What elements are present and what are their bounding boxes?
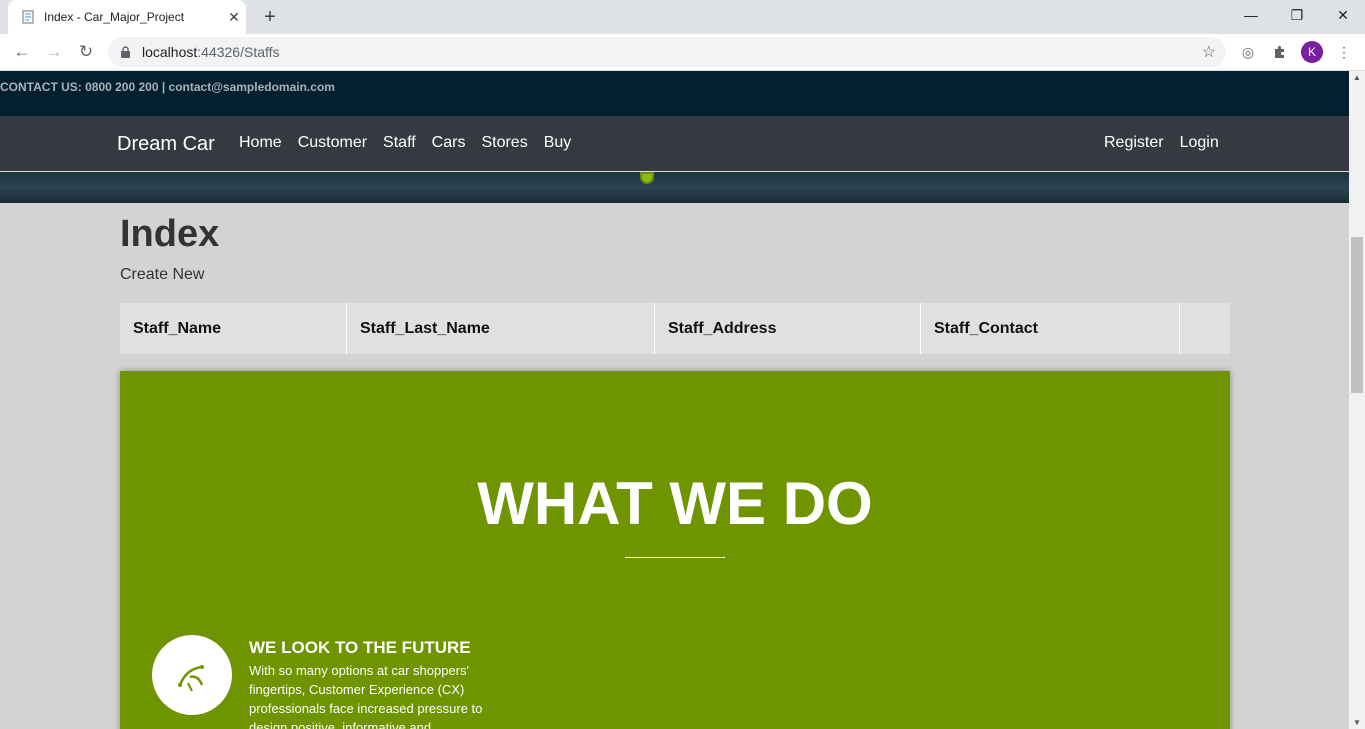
page-scrollbar[interactable]: ▲ ▼ <box>1349 71 1365 729</box>
contact-info: CONTACT US: 0800 200 200 | contact@sampl… <box>0 80 335 94</box>
scrollbar-thumb[interactable] <box>1351 237 1363 393</box>
nav-cars-link[interactable]: Cars <box>432 134 466 152</box>
nav-auth-links: Register Login <box>1104 134 1235 152</box>
profile-avatar[interactable]: K <box>1301 41 1323 63</box>
minimize-window-icon[interactable]: — <box>1228 0 1274 30</box>
column-header-staff-address: Staff_Address <box>655 303 921 354</box>
browser-tab-strip: Index - Car_Major_Project ✕ + — ❐ ✕ <box>0 0 1365 34</box>
extension-compass-icon[interactable]: ◎ <box>1237 41 1259 63</box>
nav-home-link[interactable]: Home <box>239 134 282 152</box>
nav-customer-link[interactable]: Customer <box>298 134 367 152</box>
page-favicon-icon <box>20 9 36 25</box>
steering-arc-icon <box>178 665 204 692</box>
browser-menu-icon[interactable]: ⋮ <box>1333 41 1355 63</box>
nav-staff-link[interactable]: Staff <box>383 134 416 152</box>
login-link[interactable]: Login <box>1180 134 1219 152</box>
browser-toolbar: ← → ↻ localhost:44326/Staffs ☆ ◎ K ⋮ <box>0 34 1365 71</box>
lock-icon[interactable] <box>120 45 134 59</box>
section-heading: WHAT WE DO <box>477 470 873 537</box>
contact-bar: CONTACT US: 0800 200 200 | contact@sampl… <box>0 71 1349 116</box>
back-icon[interactable]: ← <box>8 38 36 66</box>
extensions-puzzle-icon[interactable] <box>1269 41 1291 63</box>
tab-title: Index - Car_Major_Project <box>44 10 185 24</box>
page-viewport: CONTACT US: 0800 200 200 | contact@sampl… <box>0 71 1349 729</box>
url-host: localhost <box>142 44 198 60</box>
nav-buy-link[interactable]: Buy <box>544 134 572 152</box>
bookmark-star-icon[interactable]: ☆ <box>1202 42 1216 62</box>
staff-table-header: Staff_Name Staff_Last_Name Staff_Address… <box>120 303 1230 354</box>
close-tab-icon[interactable]: ✕ <box>222 5 246 29</box>
scroll-up-arrow-icon[interactable]: ▲ <box>1353 73 1361 82</box>
feature-icon-circle <box>152 635 232 715</box>
heading-divider <box>625 557 725 558</box>
column-header-staff-last-name: Staff_Last_Name <box>347 303 655 354</box>
browser-tab[interactable]: Index - Car_Major_Project ✕ <box>8 0 246 34</box>
brand-logo-link[interactable]: Dream Car <box>117 133 215 156</box>
new-tab-button[interactable]: + <box>256 5 284 29</box>
slider-indicator-dot[interactable] <box>640 172 654 184</box>
column-header-staff-name: Staff_Name <box>120 303 347 354</box>
address-bar[interactable]: localhost:44326/Staffs ☆ <box>108 37 1226 67</box>
create-new-link[interactable]: Create New <box>120 266 204 284</box>
feature-title: WE LOOK TO THE FUTURE <box>249 638 471 657</box>
nav-stores-link[interactable]: Stores <box>481 134 527 152</box>
close-window-icon[interactable]: ✕ <box>1320 0 1365 30</box>
register-link[interactable]: Register <box>1104 134 1164 152</box>
column-header-actions <box>1180 303 1230 354</box>
page-title: Index <box>120 213 220 255</box>
scroll-down-arrow-icon[interactable]: ▼ <box>1353 718 1361 727</box>
nav-links: Home Customer Staff Cars Stores Buy <box>239 134 587 152</box>
url-path: :44326/Staffs <box>197 44 280 60</box>
feature-description: With so many options at car shoppers' fi… <box>249 663 483 729</box>
column-header-staff-contact: Staff_Contact <box>921 303 1180 354</box>
reload-icon[interactable]: ↻ <box>72 38 100 66</box>
what-we-do-section: WHAT WE DO WE LOOK TO THE FUTURE With so… <box>120 371 1230 729</box>
forward-icon[interactable]: → <box>40 38 68 66</box>
site-navbar: Dream Car Home Customer Staff Cars Store… <box>0 116 1349 172</box>
hero-image-strip <box>0 172 1349 203</box>
restore-window-icon[interactable]: ❐ <box>1274 0 1320 30</box>
